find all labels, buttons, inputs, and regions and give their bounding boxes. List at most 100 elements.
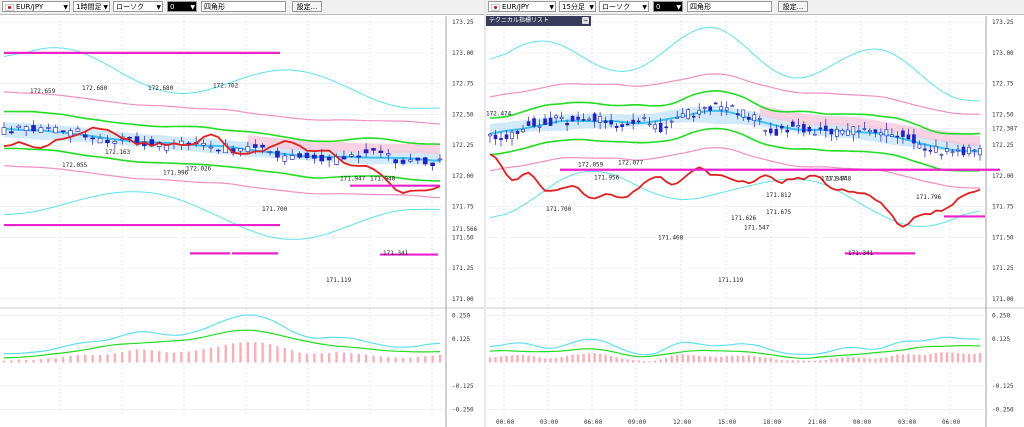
left-candle [437, 158, 443, 161]
right-candle [840, 130, 845, 135]
right-macd-histogram-bar [698, 355, 701, 363]
left-price-tick: 173.00 [452, 50, 474, 57]
right-candle [570, 115, 575, 122]
left-macd-histogram-bar [76, 355, 80, 363]
right-macd-histogram-bar [582, 353, 585, 363]
left-candle [46, 127, 51, 129]
right-macd-histogram-bar [896, 354, 899, 363]
left-candle [326, 157, 332, 161]
right-candle [791, 121, 795, 127]
left-chart-canvas[interactable]: 173.25 173.00 172.75 172.50 172.25 172.00 171.… [0, 0, 484, 427]
right-macd-histogram-bar [956, 353, 960, 363]
right-macd-histogram-bar [527, 355, 530, 363]
left-price-tick: 172.00 [452, 173, 474, 180]
right-candle [757, 118, 762, 120]
left-candle [23, 126, 29, 132]
right-candle [912, 134, 916, 144]
right-candle [967, 146, 971, 155]
right-price-point-label: 171.626 [731, 215, 757, 222]
left-candle [297, 153, 302, 158]
right-macd-histogram-bar [532, 356, 536, 363]
left-candle [341, 156, 347, 160]
right-candle [901, 130, 905, 137]
right-macd-histogram-bar [890, 355, 894, 363]
right-candle [609, 120, 613, 125]
right-candle [697, 109, 702, 115]
left-candle [363, 149, 369, 154]
right-macd-histogram-bar [951, 352, 954, 363]
left-macd-histogram-bar [327, 353, 331, 363]
right-macd-histogram-bar [857, 357, 861, 363]
right-price-point-label: 171.547 [744, 225, 770, 232]
left-osc-tick: -0.125 [452, 383, 474, 390]
right-price-point-label: 171.956 [594, 174, 620, 181]
minimize-icon[interactable]: − [582, 17, 589, 24]
left-macd-histogram-bar [54, 358, 57, 363]
left-candle [60, 130, 66, 132]
right-candle [488, 133, 492, 137]
right-macd-histogram-bar [978, 353, 982, 363]
right-macd-histogram-bar [835, 358, 839, 363]
right-candle [504, 134, 509, 139]
right-candle [846, 129, 850, 136]
right-macd-histogram-bar [912, 354, 916, 363]
right-price-tick: 172.00 [992, 173, 1014, 180]
right-osc-tick: 0.250 [992, 313, 1010, 320]
right-macd-histogram-bar [670, 355, 673, 363]
right-macd-histogram-bar [725, 356, 728, 363]
right-macd-histogram-bar [659, 359, 662, 363]
left-candle [90, 137, 95, 140]
right-macd-histogram-bar [598, 353, 602, 363]
left-candle [415, 157, 421, 161]
right-macd-histogram-bar [510, 355, 514, 363]
right-candle [978, 148, 982, 156]
right-price-tick: 171.25 [992, 265, 1014, 272]
right-price-tick: 173.00 [992, 50, 1014, 57]
right-macd-histogram-bar [731, 355, 734, 363]
right-macd-histogram-bar [786, 360, 789, 363]
right-macd-histogram-bar [780, 360, 783, 363]
right-macd-histogram-bar [720, 356, 723, 363]
right-candle [537, 125, 542, 128]
right-price-point-label: 172.474 [486, 111, 512, 118]
left-osc-tick: 0.250 [452, 313, 470, 320]
right-osc-tick: 0.125 [992, 336, 1010, 343]
left-candle [260, 144, 265, 148]
right-macd-histogram-bar [929, 353, 932, 363]
left-candle [252, 144, 258, 148]
left-macd-histogram-bar [39, 359, 43, 363]
left-candle [134, 136, 140, 144]
left-macd-histogram-bar [246, 342, 250, 363]
right-macd-histogram-bar [604, 354, 607, 363]
left-candle [97, 137, 103, 144]
technical-indicator-list-popup[interactable]: テクニカル指標リスト − [486, 16, 591, 26]
right-macd-histogram-bar [620, 358, 624, 363]
right-candle [548, 117, 553, 126]
right-macd-histogram-bar [576, 354, 580, 363]
left-candle [312, 154, 317, 159]
left-candle [275, 150, 280, 158]
right-price-point-label: 171.119 [718, 277, 744, 284]
right-candle [664, 126, 668, 129]
right-macd-histogram-bar [609, 355, 613, 363]
right-macd-histogram-bar [571, 354, 574, 363]
right-macd-histogram-bar [736, 355, 739, 363]
right-chart-window: EUR/JPY ▼ 15分足 ▼ ローソク ▼ 0 ▼ 四角形 設定... 173.25… [486, 0, 1024, 427]
right-candle [934, 146, 938, 153]
right-candle [741, 109, 746, 118]
left-candle [422, 157, 428, 165]
right-macd-histogram-bar [631, 360, 635, 363]
right-chart-canvas[interactable]: 173.25 173.00 172.75 172.50 172.387 172.25 172… [486, 0, 1024, 427]
right-candle [521, 129, 525, 133]
right-candle [565, 122, 569, 126]
right-price-tick: 172.50 [992, 111, 1014, 118]
right-candle [515, 131, 520, 134]
right-macd-histogram-bar [681, 354, 684, 363]
right-candle [835, 128, 839, 137]
right-candle [658, 122, 663, 133]
right-time-tick: 15:00 [718, 419, 736, 426]
right-candle [961, 146, 966, 156]
right-candle [802, 124, 806, 133]
right-candle [680, 113, 685, 118]
right-time-tick: 06:00 [584, 419, 602, 426]
